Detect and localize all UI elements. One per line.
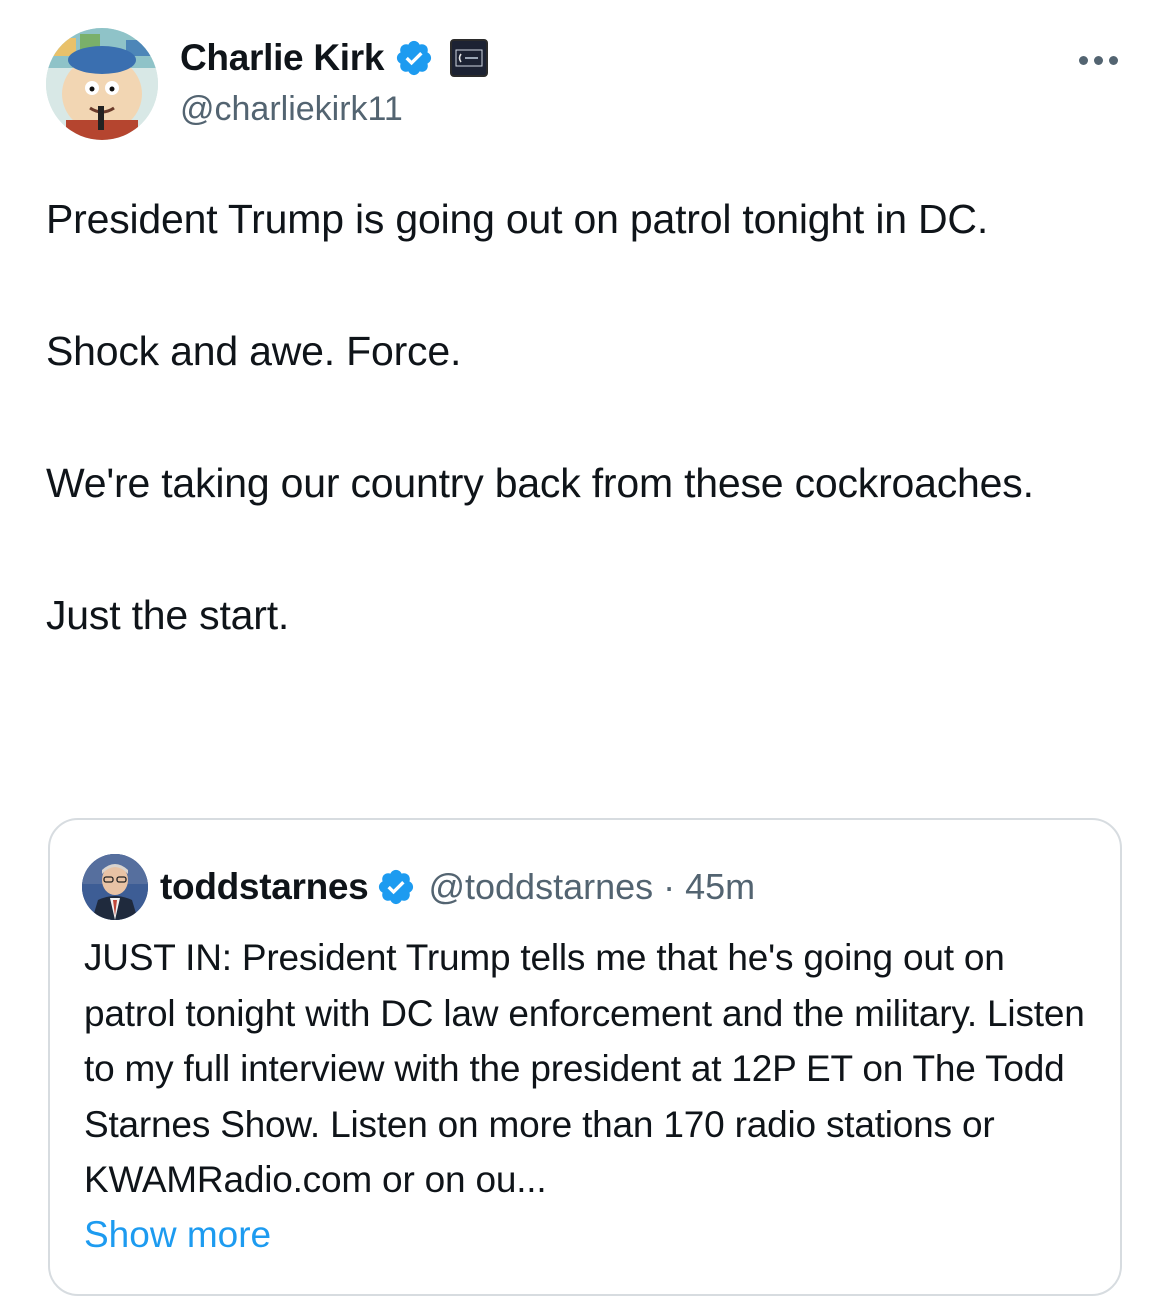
post-paragraph: President Trump is going out on patrol t… — [46, 196, 989, 242]
quoted-author-avatar[interactable] — [82, 854, 148, 920]
show-more-link[interactable]: Show more — [84, 1207, 271, 1262]
quoted-post-timestamp[interactable]: 45m — [685, 866, 755, 908]
more-dot-icon — [1079, 55, 1088, 65]
post-text: President Trump is going out on patrol t… — [46, 186, 1106, 648]
more-dot-icon — [1094, 55, 1103, 65]
verified-badge-icon[interactable] — [394, 38, 434, 78]
quoted-post-header: toddstarnes @toddstarnes · 45m — [82, 854, 755, 920]
post-paragraph: We're taking our country back from these… — [46, 460, 1034, 506]
author-display-name[interactable]: Charlie Kirk — [180, 37, 384, 79]
quoted-post-card[interactable]: toddstarnes @toddstarnes · 45m JUST IN: … — [48, 818, 1122, 1296]
quoted-author-handle[interactable]: @toddstarnes — [428, 866, 653, 908]
post-paragraph: Shock and awe. Force. — [46, 328, 462, 374]
author-handle[interactable]: @charliekirk11 — [180, 90, 403, 129]
post-header: Charlie Kirk @charliekirk11 — [46, 28, 1126, 140]
more-options-icon[interactable] — [1079, 50, 1129, 70]
author-name-row: Charlie Kirk — [180, 34, 489, 82]
quoted-author-display-name[interactable]: toddstarnes — [160, 866, 369, 908]
post-paragraph: Just the start. — [46, 592, 290, 638]
more-dot-icon — [1109, 55, 1118, 65]
meta-separator: · — [663, 866, 676, 907]
quoted-post-text: JUST IN: President Trump tells me that h… — [84, 937, 1085, 1200]
affiliate-badge-icon[interactable] — [450, 39, 489, 77]
verified-badge-icon[interactable] — [376, 867, 416, 907]
author-avatar[interactable] — [46, 28, 158, 140]
